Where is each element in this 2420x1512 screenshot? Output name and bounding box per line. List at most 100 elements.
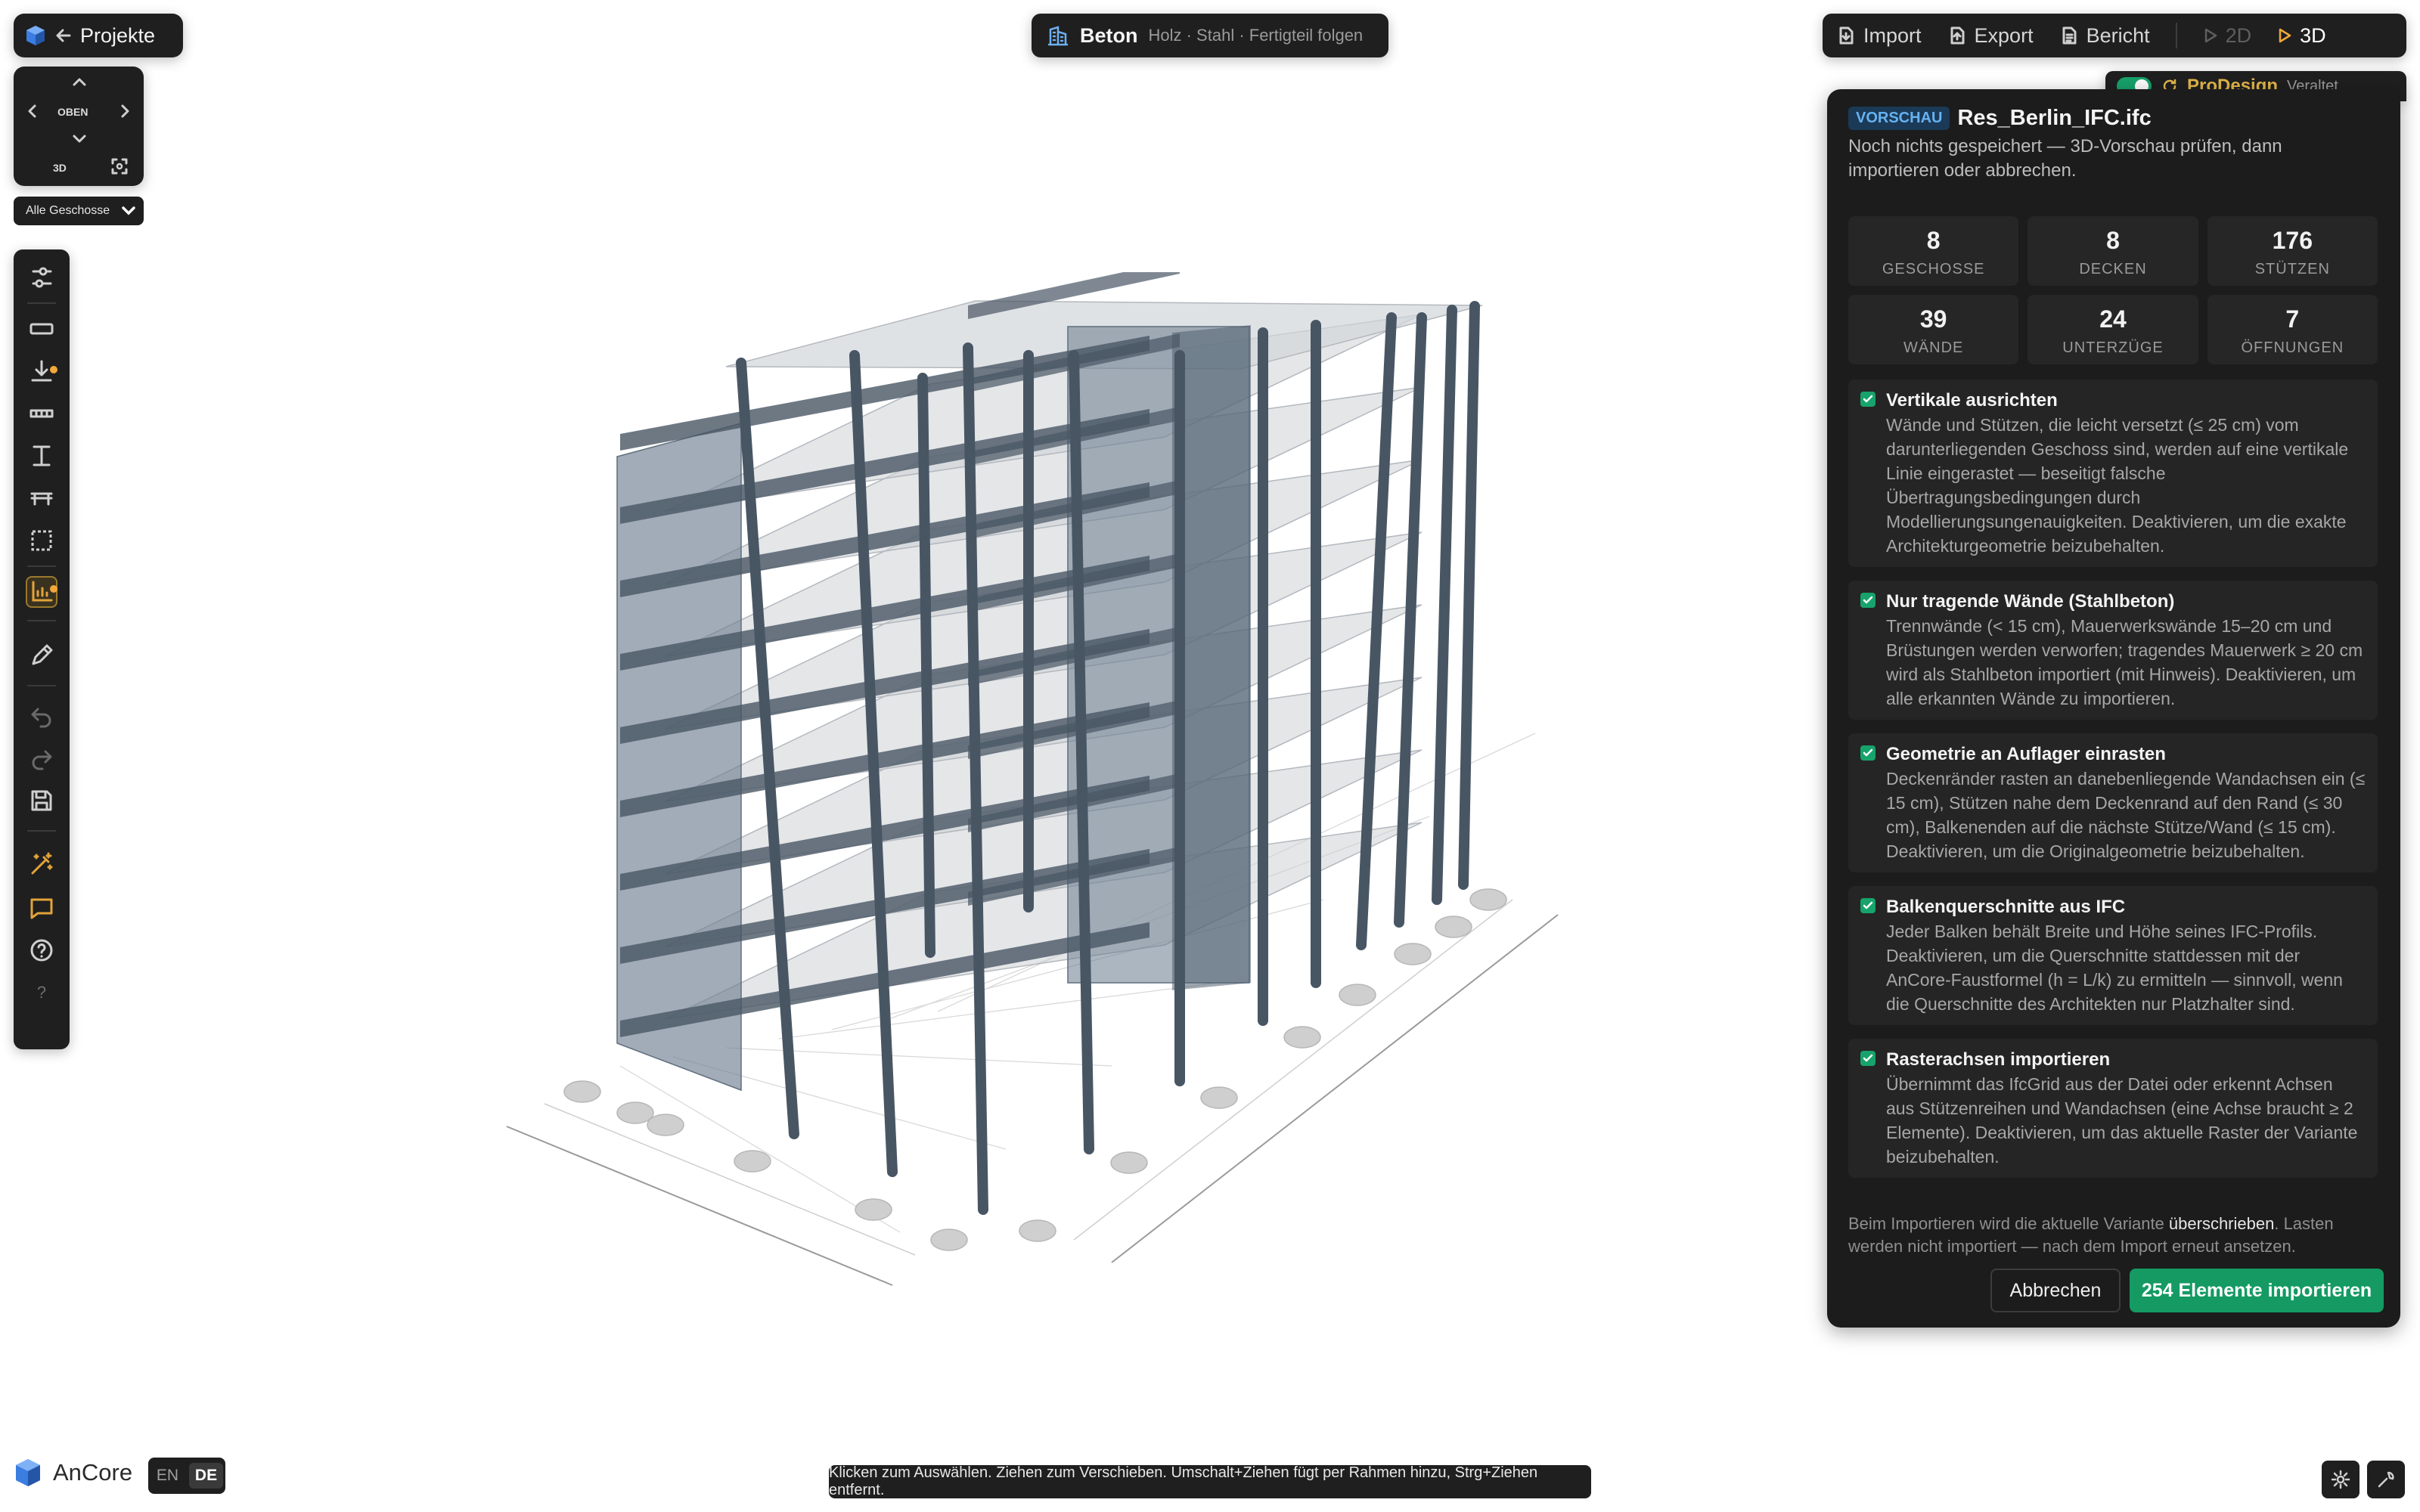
import-elements-button[interactable]: 254 Elemente importieren bbox=[2130, 1269, 2384, 1312]
lang-en[interactable]: EN bbox=[150, 1463, 185, 1489]
stat-value: 39 bbox=[1919, 305, 1947, 333]
storey-select[interactable]: Alle Geschosse bbox=[14, 197, 144, 225]
view-2d-button[interactable]: 2D bbox=[2203, 23, 2252, 48]
top-action-bar: Import Export Bericht 2D 3D bbox=[1823, 14, 2406, 57]
pencil-icon bbox=[27, 641, 56, 670]
rotate-down-icon[interactable] bbox=[71, 133, 88, 145]
comment-icon bbox=[27, 894, 56, 922]
table-tool-button[interactable] bbox=[26, 482, 57, 514]
checkbox-loadbearing-walls[interactable] bbox=[1860, 593, 1876, 608]
shortcuts-button[interactable]: ? bbox=[26, 977, 57, 1009]
grid-axis-bubble bbox=[1339, 984, 1376, 1006]
comments-button[interactable] bbox=[26, 892, 57, 924]
save-icon bbox=[27, 786, 56, 815]
filter-tool-button[interactable] bbox=[26, 262, 57, 293]
cancel-button[interactable]: Abbrechen bbox=[1990, 1269, 2121, 1312]
redo-button[interactable] bbox=[26, 742, 57, 774]
rotate-up-icon[interactable] bbox=[71, 76, 88, 88]
grid-axis-bubble bbox=[563, 1080, 601, 1103]
stat-label: WÄNDE bbox=[1903, 339, 1964, 356]
play-icon bbox=[2277, 27, 2292, 44]
lang-de[interactable]: DE bbox=[188, 1463, 224, 1489]
column-tool-button[interactable] bbox=[26, 440, 57, 472]
stat-label: STÜTZEN bbox=[2254, 261, 2330, 277]
column bbox=[1394, 312, 1427, 928]
view-3d-label: 3D bbox=[2300, 23, 2326, 47]
view-mode-label[interactable]: 3D bbox=[53, 162, 67, 174]
checkbox-grid-axes[interactable] bbox=[1860, 1051, 1876, 1066]
material-active[interactable]: Beton bbox=[1080, 24, 1138, 48]
option-grid-axes[interactable]: Rasterachsen importieren Übernimmt das I… bbox=[1848, 1039, 2378, 1178]
selection-tool-button[interactable] bbox=[26, 525, 57, 556]
stat-value: 8 bbox=[2106, 227, 2120, 254]
option-loadbearing-walls[interactable]: Nur tragende Wände (Stahlbeton) Trennwän… bbox=[1848, 581, 2378, 720]
back-to-projects-label: Projekte bbox=[80, 23, 156, 47]
grid-axis-bubble bbox=[647, 1114, 684, 1136]
slab-icon bbox=[27, 314, 56, 343]
import-button[interactable]: Import bbox=[1836, 24, 1922, 48]
chevron-down-icon bbox=[121, 206, 136, 216]
stat-card: 8 DECKEN bbox=[2028, 216, 2198, 286]
app-logo-icon bbox=[24, 24, 47, 47]
panel-subtitle: Noch nichts gespeichert — 3D-Vorschau pr… bbox=[1848, 136, 2282, 181]
material-switch[interactable]: Beton Holz · Stahl · Fertigteil folgen bbox=[1032, 14, 1388, 57]
column-icon bbox=[27, 442, 56, 470]
warning-emphasis: überschrieben bbox=[2168, 1214, 2275, 1233]
option-title: Balkenquerschnitte aus IFC bbox=[1886, 897, 2126, 917]
rotate-left-icon[interactable] bbox=[26, 103, 38, 119]
option-align-verticals[interactable]: Vertikale ausrichten Wände und Stützen, … bbox=[1848, 380, 2378, 567]
brand: AnCore bbox=[14, 1458, 132, 1488]
view-navigator[interactable]: OBEN 3D bbox=[14, 67, 144, 186]
grid-axis-bubble bbox=[1283, 1026, 1321, 1049]
material-upcoming: Holz · Stahl · Fertigteil folgen bbox=[1148, 26, 1364, 45]
rotate-right-icon[interactable] bbox=[119, 103, 132, 119]
help-icon bbox=[27, 936, 56, 965]
beam-tool-button[interactable] bbox=[26, 398, 57, 429]
stat-value: 24 bbox=[2099, 305, 2127, 333]
view-2d-label: 2D bbox=[2225, 23, 2252, 47]
import-label: Import bbox=[1863, 23, 1922, 47]
grid-axis-bubble bbox=[1019, 1219, 1056, 1242]
checkbox-beam-sections[interactable] bbox=[1860, 898, 1876, 913]
wrench-icon bbox=[2375, 1469, 2397, 1490]
back-to-projects-button[interactable]: Projekte bbox=[14, 14, 183, 57]
fit-view-icon[interactable] bbox=[110, 157, 129, 175]
stat-label: ÖFFNUNGEN bbox=[2241, 339, 2344, 356]
export-button[interactable]: Export bbox=[1947, 24, 2034, 48]
undo-button[interactable] bbox=[26, 700, 57, 732]
stat-label: DECKEN bbox=[2079, 261, 2147, 277]
auto-design-button[interactable] bbox=[26, 848, 57, 880]
grid-axis-bubble bbox=[616, 1101, 654, 1124]
report-icon bbox=[2059, 26, 2079, 45]
column bbox=[917, 373, 935, 958]
import-preview-panel: VORSCHAU Res_Berlin_IFC.ifc Noch nichts g… bbox=[1827, 89, 2400, 1328]
language-switch[interactable]: EN DE bbox=[148, 1458, 225, 1494]
panel-header: VORSCHAU Res_Berlin_IFC.ifc bbox=[1848, 106, 2378, 131]
grid-axis-bubble bbox=[930, 1228, 968, 1251]
stat-card: 176 STÜTZEN bbox=[2207, 216, 2378, 286]
option-beam-sections[interactable]: Balkenquerschnitte aus IFC Jeder Balken … bbox=[1848, 886, 2378, 1025]
help-button[interactable] bbox=[26, 934, 57, 966]
grid-axis-line bbox=[506, 1126, 893, 1286]
stat-value: 176 bbox=[2272, 227, 2313, 254]
preview-badge: VORSCHAU bbox=[1848, 107, 1950, 130]
save-button[interactable] bbox=[26, 785, 57, 816]
stat-value: 7 bbox=[2285, 305, 2300, 333]
checkbox-snap-geometry[interactable] bbox=[1860, 745, 1876, 761]
report-button[interactable]: Bericht bbox=[2059, 24, 2150, 48]
brand-name: AnCore bbox=[53, 1459, 133, 1486]
settings-icon bbox=[2330, 1469, 2351, 1490]
settings-button[interactable] bbox=[2322, 1461, 2360, 1498]
model-3d-view[interactable] bbox=[484, 272, 1588, 1308]
option-title: Geometrie an Auflager einrasten bbox=[1886, 744, 2166, 764]
grid-axis-bubble bbox=[1435, 916, 1472, 938]
option-snap-geometry[interactable]: Geometrie an Auflager einrasten Deckenrä… bbox=[1848, 733, 2378, 872]
checkbox-align-verticals[interactable] bbox=[1860, 392, 1876, 407]
view-3d-button[interactable]: 3D bbox=[2277, 24, 2326, 48]
storey-select-value: Alle Geschosse bbox=[26, 204, 110, 217]
stat-label: GESCHOSSE bbox=[1882, 261, 1985, 277]
draw-tool-button[interactable] bbox=[26, 640, 57, 671]
question-icon: ? bbox=[36, 983, 47, 1002]
slab-tool-button[interactable] bbox=[26, 313, 57, 345]
tools-button[interactable] bbox=[2367, 1461, 2405, 1498]
